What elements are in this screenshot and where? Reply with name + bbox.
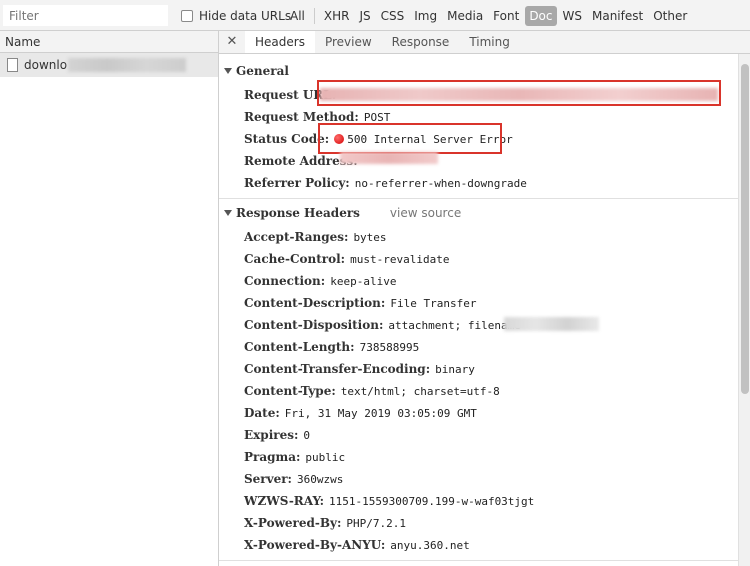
header-value: keep-alive (330, 274, 397, 288)
general-section-title: General (236, 64, 289, 78)
header-value: File Transfer (390, 296, 477, 310)
hide-data-urls-checkbox[interactable] (181, 10, 193, 22)
header-row: Content-Disposition: attachment; filenam… (244, 316, 527, 334)
header-name: Content-Type: (244, 384, 336, 398)
section-divider (219, 560, 738, 561)
request-row[interactable]: downlo (0, 53, 218, 77)
header-value: public (305, 450, 346, 464)
tab-headers[interactable]: Headers (245, 31, 315, 53)
header-value: bytes (353, 230, 387, 244)
header-name: Date: (244, 406, 280, 420)
referrer-policy-value: no-referrer-when-downgrade (354, 176, 527, 190)
headers-panel: General Request URL: Request Method: POS… (219, 54, 738, 566)
hide-data-urls-toggle[interactable]: Hide data URLs (181, 9, 291, 23)
request-method-value: POST (363, 110, 391, 124)
header-name: X-Powered-By: (244, 516, 342, 530)
header-value: 360wzws (296, 472, 344, 486)
hide-data-urls-label: Hide data URLs (199, 9, 292, 23)
request-name: downlo (24, 58, 68, 72)
close-icon[interactable]: ✕ (219, 31, 245, 53)
triangle-down-icon (224, 210, 232, 216)
header-value: anyu.360.net (390, 538, 470, 552)
header-value: PHP/7.2.1 (346, 516, 407, 530)
filter-input[interactable] (3, 5, 168, 26)
scrollbar-thumb[interactable] (741, 64, 749, 394)
header-name: Pragma: (244, 450, 301, 464)
tab-timing[interactable]: Timing (459, 31, 520, 53)
header-row: Content-Type: text/html; charset=utf-8 (244, 382, 500, 400)
header-name: Content-Disposition: (244, 318, 384, 332)
file-icon (7, 58, 18, 72)
header-row: Cache-Control: must-revalidate (244, 250, 449, 268)
header-name: X-Powered-By-ANYU: (244, 538, 386, 552)
response-headers-title: Response Headers (236, 206, 360, 220)
header-name: Content-Length: (244, 340, 355, 354)
header-name: Content-Description: (244, 296, 386, 310)
filter-type-other[interactable]: Other (649, 6, 691, 26)
filter-type-js[interactable]: JS (355, 6, 374, 26)
filter-type-media[interactable]: Media (443, 6, 487, 26)
filter-type-img[interactable]: Img (410, 6, 441, 26)
header-value: 738588995 (359, 340, 420, 354)
name-column-header[interactable]: Name (0, 31, 219, 53)
header-row: Server: 360wzws (244, 470, 343, 488)
redacted-filename (504, 317, 599, 331)
redacted-remote-address (340, 152, 438, 164)
status-code-highlight (318, 123, 502, 154)
header-value: 1151-1559300709.199-w-waf03tjgt (329, 494, 535, 508)
header-row: Accept-Ranges: bytes (244, 228, 387, 246)
resource-type-filters: All XHR JS CSS Img Media Font Doc WS Man… (286, 5, 693, 27)
header-name: Connection: (244, 274, 326, 288)
header-row: X-Powered-By-ANYU: anyu.360.net (244, 536, 470, 554)
network-filter-bar: Hide data URLs All XHR JS CSS Img Media … (0, 0, 750, 31)
status-code-label: Status Code: (244, 132, 330, 146)
general-section-toggle[interactable]: General (224, 64, 289, 78)
header-name: Cache-Control: (244, 252, 346, 266)
header-row: X-Powered-By: PHP/7.2.1 (244, 514, 406, 532)
triangle-down-icon (224, 68, 232, 74)
header-row: Content-Description: File Transfer (244, 294, 476, 312)
header-row: WZWS-RAY: 1151-1559300709.199-w-waf03tjg… (244, 492, 534, 510)
request-detail-tabs: ✕ Headers Preview Response Timing (219, 31, 750, 54)
request-method-label: Request Method: (244, 110, 359, 124)
filter-type-manifest[interactable]: Manifest (588, 6, 647, 26)
header-row: Content-Transfer-Encoding: binary (244, 360, 475, 378)
referrer-policy-row: Referrer Policy: no-referrer-when-downgr… (244, 174, 527, 192)
referrer-policy-label: Referrer Policy: (244, 176, 350, 190)
view-source-link[interactable]: view source (390, 206, 461, 220)
filter-type-separator (313, 8, 315, 24)
header-row: Date: Fri, 31 May 2019 03:05:09 GMT (244, 404, 477, 422)
tab-preview[interactable]: Preview (315, 31, 382, 53)
header-value: text/html; charset=utf-8 (340, 384, 500, 398)
tab-response[interactable]: Response (382, 31, 460, 53)
filter-type-font[interactable]: Font (489, 6, 523, 26)
header-name: Expires: (244, 428, 299, 442)
header-name: WZWS-RAY: (244, 494, 324, 508)
header-row: Pragma: public (244, 448, 345, 466)
filter-type-ws[interactable]: WS (559, 6, 586, 26)
redacted-request-name (68, 58, 187, 72)
header-name: Server: (244, 472, 292, 486)
detail-scrollbar[interactable] (738, 54, 750, 566)
request-list: downlo (0, 53, 219, 566)
header-row: Content-Length: 738588995 (244, 338, 419, 356)
filter-type-xhr[interactable]: XHR (320, 6, 354, 26)
section-divider (219, 198, 738, 199)
header-value: Fri, 31 May 2019 03:05:09 GMT (284, 406, 477, 420)
filter-type-css[interactable]: CSS (377, 6, 409, 26)
request-url-highlight (317, 80, 721, 106)
filter-type-all[interactable]: All (286, 6, 309, 26)
header-value: binary (435, 362, 475, 376)
header-name: Content-Transfer-Encoding: (244, 362, 431, 376)
header-value: 0 (303, 428, 311, 442)
header-row: Connection: keep-alive (244, 272, 396, 290)
header-value: must-revalidate (350, 252, 450, 266)
response-headers-section-toggle[interactable]: Response Headers view source (224, 206, 461, 220)
header-row: Expires: 0 (244, 426, 310, 444)
filter-type-doc[interactable]: Doc (525, 6, 557, 26)
header-name: Accept-Ranges: (244, 230, 349, 244)
